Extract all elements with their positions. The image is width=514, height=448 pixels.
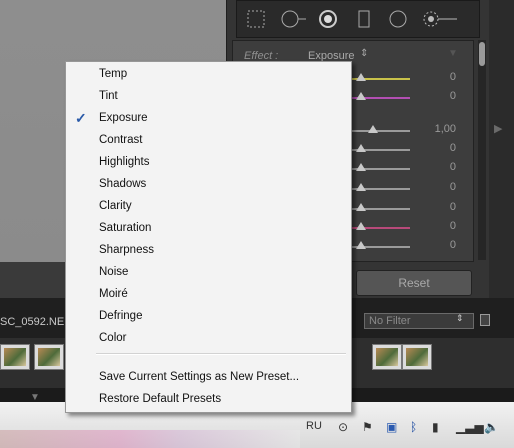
red-eye-icon[interactable] (317, 8, 339, 30)
app-icon[interactable]: ▣ (386, 420, 397, 434)
filter-select-arrow-icon[interactable]: ⇕ (456, 313, 464, 324)
slider-value[interactable]: 0 (416, 142, 456, 154)
slider-value[interactable]: 1,00 (416, 123, 456, 135)
menu-item-label: Color (99, 332, 127, 344)
menu-item-label: Moiré (99, 288, 128, 300)
slider-thumb[interactable] (356, 241, 366, 249)
adjustment-brush-icon[interactable] (421, 8, 461, 30)
menu-item-exposure[interactable]: ✓ Exposure (65, 107, 350, 129)
slider-value[interactable]: 0 (416, 201, 456, 213)
slider-value[interactable]: 0 (416, 161, 456, 173)
menu-item-highlights[interactable]: Highlights (65, 151, 350, 173)
filmstrip-thumbnail[interactable] (372, 344, 402, 370)
slider-value[interactable]: 0 (416, 71, 456, 83)
menu-item-sharpness[interactable]: Sharpness (65, 239, 350, 261)
filter-lock-icon[interactable] (480, 314, 490, 326)
slider-value[interactable]: 0 (416, 90, 456, 102)
signal-icon[interactable]: ▁▃▅ (456, 420, 484, 434)
menu-item-label: Shadows (99, 178, 147, 190)
graduated-filter-icon[interactable] (353, 8, 375, 30)
menu-item-label: Temp (99, 68, 128, 80)
menu-item-save-preset[interactable]: Save Current Settings as New Preset... (65, 366, 350, 388)
reset-button[interactable]: Reset (356, 270, 472, 296)
menu-item-label: Saturation (99, 222, 152, 234)
usb-icon[interactable]: ▮ (432, 420, 439, 434)
filename-label: SC_0592.NEF (0, 316, 71, 328)
menu-item-label: Save Current Settings as New Preset... (99, 371, 300, 383)
slider-thumb[interactable] (368, 125, 378, 133)
slider-thumb[interactable] (356, 203, 366, 211)
menu-item-tint[interactable]: Tint (65, 85, 350, 107)
slider-thumb[interactable] (356, 144, 366, 152)
menu-item-shadows[interactable]: Shadows (65, 173, 350, 195)
slider-thumb[interactable] (356, 73, 366, 81)
slider-thumb[interactable] (356, 183, 366, 191)
menu-item-label: Sharpness (99, 244, 154, 256)
menu-item-saturation[interactable]: Saturation (65, 217, 350, 239)
filmstrip-thumbnail[interactable] (34, 344, 64, 370)
taskbar-window-preview (0, 430, 300, 448)
filmstrip-thumbnail[interactable] (0, 344, 30, 370)
menu-item-moiré[interactable]: Moiré (65, 283, 350, 305)
slider-value[interactable]: 0 (416, 181, 456, 193)
slider-value[interactable]: 0 (416, 239, 456, 251)
menu-item-defringe[interactable]: Defringe (65, 305, 350, 327)
panel-scrollbar[interactable] (478, 40, 486, 260)
menu-item-clarity[interactable]: Clarity (65, 195, 350, 217)
menu-item-label: Defringe (99, 310, 143, 322)
menu-item-label: Restore Default Presets (99, 393, 222, 405)
menu-item-contrast[interactable]: Contrast (65, 129, 350, 151)
menu-item-label: Contrast (99, 134, 143, 146)
slider-value[interactable]: 0 (416, 220, 456, 232)
menu-item-restore-presets[interactable]: Restore Default Presets (65, 388, 350, 410)
radial-filter-icon[interactable] (387, 8, 409, 30)
panel-scrollbar-thumb[interactable] (479, 42, 485, 66)
bluetooth-icon[interactable]: ᛒ (410, 420, 417, 434)
menu-item-label: Exposure (99, 112, 148, 124)
language-indicator[interactable]: RU (306, 420, 322, 432)
panel-collapse-arrow-icon[interactable]: ▶ (494, 122, 502, 135)
tool-strip (236, 0, 480, 38)
menu-item-noise[interactable]: Noise (65, 261, 350, 283)
effect-dropdown-arrow-icon[interactable]: ⇕ (360, 48, 368, 59)
slider-thumb[interactable] (356, 163, 366, 171)
menu-item-color[interactable]: Color (65, 327, 350, 349)
flag-icon[interactable]: ⚑ (362, 420, 373, 434)
menu-item-label: Clarity (99, 200, 132, 212)
checkmark-icon: ✓ (75, 110, 87, 126)
filmstrip-thumbnail[interactable] (402, 344, 432, 370)
slider-thumb[interactable] (356, 222, 366, 230)
menu-separator-highlight (96, 354, 346, 355)
spot-removal-icon[interactable] (279, 8, 309, 30)
slider-thumb[interactable] (356, 92, 366, 100)
slider-track[interactable] (350, 130, 410, 132)
volume-icon[interactable]: 🔈 (484, 420, 499, 434)
crop-overlay-icon[interactable] (245, 8, 267, 30)
menu-item-label: Noise (99, 266, 129, 278)
collapse-triangle-icon[interactable]: ▼ (448, 48, 458, 59)
menu-item-temp[interactable]: Temp (65, 63, 350, 85)
menu-item-label: Tint (99, 90, 118, 102)
network-icon[interactable]: ⊙ (338, 420, 348, 434)
menu-item-label: Highlights (99, 156, 150, 168)
